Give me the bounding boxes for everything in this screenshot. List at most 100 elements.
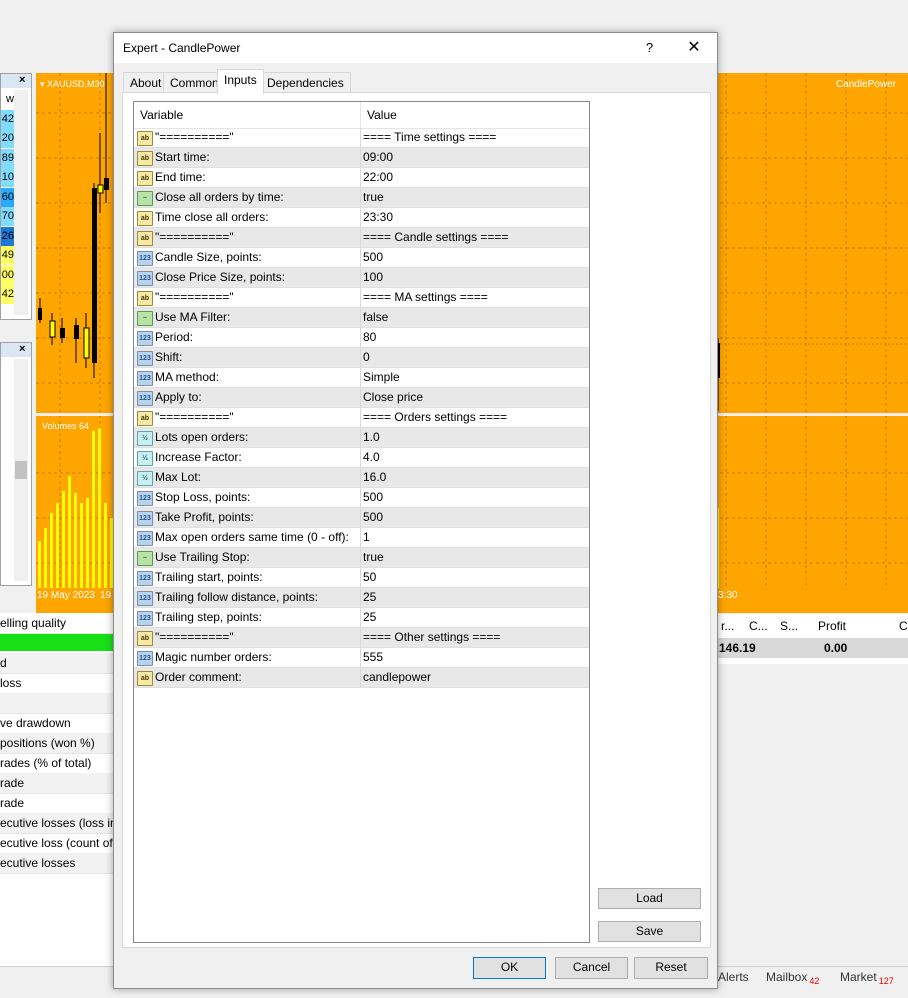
- value-cell[interactable]: Simple: [361, 368, 589, 388]
- ok-button[interactable]: OK: [473, 957, 546, 979]
- market-watch-row[interactable]: 89: [1, 148, 14, 168]
- value-text[interactable]: 1: [363, 528, 370, 547]
- market-watch-row[interactable]: 00: [1, 265, 14, 285]
- reset-button[interactable]: Reset: [634, 957, 708, 979]
- value-text[interactable]: 500: [363, 488, 383, 507]
- input-row[interactable]: 123 Apply to: Close price: [134, 388, 589, 408]
- value-cell[interactable]: 500: [361, 248, 589, 268]
- market-watch-row[interactable]: w: [1, 90, 14, 109]
- col-header[interactable]: S...: [780, 619, 798, 633]
- value-text[interactable]: ==== Candle settings ====: [363, 228, 508, 247]
- value-cell[interactable]: true: [361, 548, 589, 568]
- value-cell[interactable]: 09:00: [361, 148, 589, 168]
- value-cell[interactable]: ==== Orders settings ====: [361, 408, 589, 428]
- value-cell[interactable]: Close price: [361, 388, 589, 408]
- input-row[interactable]: ab "==========" ==== Orders settings ====: [134, 408, 589, 428]
- value-text[interactable]: 100: [363, 268, 383, 287]
- input-row[interactable]: 123 MA method: Simple: [134, 368, 589, 388]
- value-text[interactable]: 23:30: [363, 208, 393, 227]
- input-row[interactable]: 123 Period: 80: [134, 328, 589, 348]
- market-watch-row[interactable]: 42: [1, 285, 14, 304]
- input-row[interactable]: 123 Stop Loss, points: 500: [134, 488, 589, 508]
- col-header[interactable]: r...: [721, 619, 734, 633]
- input-row[interactable]: ab End time: 22:00: [134, 168, 589, 188]
- value-text[interactable]: ==== Time settings ====: [363, 128, 496, 147]
- value-text[interactable]: ==== Orders settings ====: [363, 408, 507, 427]
- market-watch-row[interactable]: 70: [1, 207, 14, 226]
- input-row[interactable]: ab Start time: 09:00: [134, 148, 589, 168]
- value-text[interactable]: 0: [363, 348, 370, 367]
- input-row[interactable]: 123 Trailing start, points: 50: [134, 568, 589, 588]
- input-row[interactable]: ab "==========" ==== Candle settings ====: [134, 228, 589, 248]
- value-text[interactable]: true: [363, 188, 384, 207]
- value-text[interactable]: 50: [363, 568, 376, 587]
- value-text[interactable]: 22:00: [363, 168, 393, 187]
- close-icon[interactable]: ×: [19, 343, 25, 355]
- market-watch-row[interactable]: 49: [1, 246, 14, 265]
- value-text[interactable]: false: [363, 308, 388, 327]
- value-cell[interactable]: 1: [361, 528, 589, 548]
- value-text[interactable]: Simple: [363, 368, 400, 387]
- column-header-value[interactable]: Value: [361, 102, 589, 128]
- input-row[interactable]: ½ Lots open orders: 1.0: [134, 428, 589, 448]
- input-row[interactable]: ab Time close all orders: 23:30: [134, 208, 589, 228]
- tab-inputs[interactable]: Inputs: [217, 69, 264, 94]
- input-row[interactable]: 123 Candle Size, points: 500: [134, 248, 589, 268]
- value-cell[interactable]: 0: [361, 348, 589, 368]
- scrollbar[interactable]: [14, 90, 28, 315]
- input-row[interactable]: 123 Max open orders same time (0 - off): 1: [134, 528, 589, 548]
- close-button[interactable]: ✕: [679, 38, 709, 58]
- value-text[interactable]: 25: [363, 588, 376, 607]
- tab-dependencies[interactable]: Dependencies: [260, 72, 351, 93]
- input-row[interactable]: ab "==========" ==== Other settings ====: [134, 628, 589, 648]
- value-cell[interactable]: 22:00: [361, 168, 589, 188]
- input-row[interactable]: 123 Trailing follow distance, points: 25: [134, 588, 589, 608]
- scrollbar[interactable]: [14, 359, 28, 581]
- value-cell[interactable]: 23:30: [361, 208, 589, 228]
- col-header[interactable]: Profit: [818, 619, 846, 633]
- column-header-variable[interactable]: Variable: [134, 102, 361, 128]
- save-button[interactable]: Save: [598, 921, 701, 942]
- input-row[interactable]: 123 Close Price Size, points: 100: [134, 268, 589, 288]
- value-cell[interactable]: 25: [361, 608, 589, 628]
- col-header[interactable]: C: [899, 619, 908, 633]
- market-watch-row[interactable]: 42: [1, 109, 14, 129]
- value-text[interactable]: Close price: [363, 388, 423, 407]
- terminal-tab[interactable]: Mailbox 42: [766, 970, 819, 986]
- value-cell[interactable]: 80: [361, 328, 589, 348]
- value-text[interactable]: true: [363, 548, 384, 567]
- value-text[interactable]: 500: [363, 248, 383, 267]
- value-text[interactable]: 25: [363, 608, 376, 627]
- input-row[interactable]: ab Order comment: candlepower: [134, 668, 589, 688]
- terminal-tab[interactable]: Market 127: [840, 970, 894, 986]
- value-cell[interactable]: ==== Other settings ====: [361, 628, 589, 648]
- input-row[interactable]: 123 Trailing step, points: 25: [134, 608, 589, 628]
- value-cell[interactable]: candlepower: [361, 668, 589, 688]
- value-cell[interactable]: 25: [361, 588, 589, 608]
- market-watch-row[interactable]: 26: [1, 226, 14, 246]
- value-cell[interactable]: 555: [361, 648, 589, 668]
- value-text[interactable]: candlepower: [363, 668, 431, 687]
- value-cell[interactable]: 50: [361, 568, 589, 588]
- market-watch-row[interactable]: 10: [1, 168, 14, 187]
- input-row[interactable]: ab "==========" ==== Time settings ====: [134, 128, 589, 148]
- value-cell[interactable]: 100: [361, 268, 589, 288]
- value-text[interactable]: 555: [363, 648, 383, 667]
- cancel-button[interactable]: Cancel: [555, 957, 628, 979]
- input-row[interactable]: 123 Magic number orders: 555: [134, 648, 589, 668]
- value-cell[interactable]: 500: [361, 488, 589, 508]
- value-text[interactable]: 4.0: [363, 448, 380, 467]
- value-text[interactable]: 80: [363, 328, 376, 347]
- market-watch-row[interactable]: 60: [1, 187, 14, 207]
- value-text[interactable]: ==== MA settings ====: [363, 288, 488, 307]
- input-row[interactable]: 123 Take Profit, points: 500: [134, 508, 589, 528]
- dialog-titlebar[interactable]: Expert - CandlePower ? ✕: [114, 33, 717, 63]
- input-row[interactable]: ~ Use Trailing Stop: true: [134, 548, 589, 568]
- tab-about[interactable]: About: [123, 72, 169, 93]
- value-cell[interactable]: 16.0: [361, 468, 589, 488]
- market-watch-row[interactable]: 20: [1, 129, 14, 148]
- input-row[interactable]: ½ Max Lot: 16.0: [134, 468, 589, 488]
- help-button[interactable]: ?: [637, 38, 662, 58]
- input-row[interactable]: ~ Use MA Filter: false: [134, 308, 589, 328]
- load-button[interactable]: Load: [598, 888, 701, 909]
